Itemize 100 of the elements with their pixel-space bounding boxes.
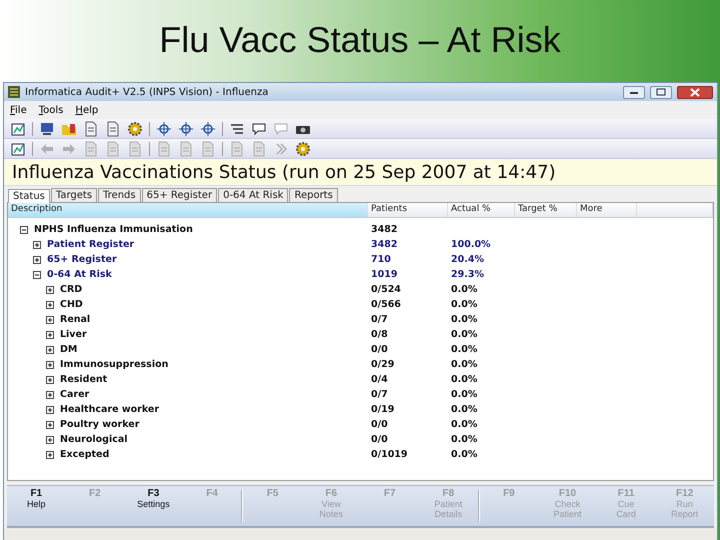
column-header[interactable]: Actual % — [448, 203, 515, 217]
tree-item-label[interactable]: NPHS Influenza Immunisation — [34, 224, 193, 235]
expand-icon[interactable] — [46, 450, 54, 458]
expand-icon[interactable] — [46, 436, 54, 444]
expand-icon[interactable] — [33, 256, 41, 264]
tree-item-label[interactable]: DM — [60, 344, 78, 355]
maximize-button[interactable] — [650, 86, 672, 98]
speech-bubble-icon[interactable] — [251, 120, 267, 136]
crosshair-icon[interactable] — [178, 120, 194, 136]
maximize-icon — [656, 88, 666, 96]
table-cell-text: 0.0% — [450, 434, 478, 445]
table-cell-text: 0/7 — [370, 389, 389, 400]
function-key-button[interactable]: F1 Help — [7, 486, 66, 526]
minimize-icon — [629, 89, 639, 95]
table-cell-text: 0/0 — [370, 344, 389, 355]
expand-icon[interactable] — [46, 300, 54, 308]
table-cell-text: 0/566 — [370, 299, 402, 310]
minimize-button[interactable] — [623, 86, 645, 98]
expand-icon[interactable] — [46, 286, 54, 294]
app-icon — [8, 86, 20, 98]
tab[interactable]: 65+ Register — [142, 188, 218, 202]
close-icon — [690, 88, 700, 96]
chart-icon[interactable] — [10, 140, 26, 156]
expand-icon[interactable] — [46, 360, 54, 368]
table-cell-text: 0/7 — [370, 314, 389, 325]
crosshair-icon[interactable] — [200, 120, 216, 136]
collapse-icon[interactable] — [20, 226, 28, 234]
table-cell-text: 0.0% — [450, 329, 478, 340]
column-header[interactable]: More — [577, 203, 637, 217]
tree-item-label[interactable]: Carer — [60, 389, 90, 400]
table-cell-text: 0/19 — [370, 404, 396, 415]
tree-item-label[interactable]: CHD — [60, 299, 83, 310]
table-cell-text: 3482 — [370, 239, 398, 250]
column-header[interactable]: Target % — [515, 203, 577, 217]
tree-item-label[interactable]: Renal — [60, 314, 90, 325]
collapse-icon[interactable] — [33, 270, 41, 278]
table-cell-text: 0/0 — [370, 434, 389, 445]
column-header[interactable]: Description — [8, 203, 368, 217]
tree-item-label[interactable]: Poultry worker — [60, 419, 140, 430]
chart-icon[interactable] — [10, 120, 26, 136]
gear-icon[interactable] — [127, 120, 143, 136]
tree-item-label[interactable]: Healthcare worker — [60, 404, 160, 415]
menu-item[interactable]: Tools — [38, 104, 64, 116]
menu-item[interactable]: Help — [75, 104, 98, 116]
tree-item-label[interactable]: 65+ Register — [47, 254, 117, 265]
close-button[interactable] — [677, 86, 713, 98]
tab[interactable]: Reports — [289, 188, 338, 202]
table-cell-text: 0.0% — [450, 404, 478, 415]
table-cell-text: 1019 — [370, 269, 398, 280]
table-cell-text: 0.0% — [450, 359, 478, 370]
slide-title: Flu Vacc Status – At Risk — [159, 19, 561, 61]
tree-item-label[interactable]: Resident — [60, 374, 108, 385]
tab[interactable]: Targets — [50, 188, 98, 202]
tab[interactable]: 0-64 At Risk — [218, 188, 288, 202]
expand-icon[interactable] — [46, 316, 54, 324]
table-cell-text: 0.0% — [450, 314, 478, 325]
monitor-icon[interactable] — [39, 120, 55, 136]
menu-item[interactable]: File — [10, 104, 27, 116]
expand-icon[interactable] — [46, 330, 54, 338]
table-cell-text: 100.0% — [450, 239, 492, 250]
gear-icon[interactable] — [295, 140, 311, 156]
tab[interactable]: Trends — [98, 188, 141, 202]
table-cell-text: 710 — [370, 254, 392, 265]
tree-item-label[interactable]: Immunosuppression — [60, 359, 168, 370]
table-cell-text: 20.4% — [450, 254, 485, 265]
tree-item-label[interactable]: CRD — [60, 284, 82, 295]
table-cell-text: 0.0% — [450, 389, 478, 400]
table-cell-text: 0/4 — [370, 374, 389, 385]
table-cell-text: 0.0% — [450, 419, 478, 430]
table-cell-text: 0/1019 — [370, 449, 409, 460]
table-cell-text: 0.0% — [450, 299, 478, 310]
tab[interactable]: Status — [8, 189, 50, 203]
expand-icon[interactable] — [46, 406, 54, 414]
table-cell-text: 0/524 — [370, 284, 402, 295]
expand-icon[interactable] — [46, 346, 54, 354]
function-key-button[interactable]: F3 Settings — [124, 486, 183, 526]
tree-item-label[interactable]: Neurological — [60, 434, 128, 445]
table-cell-text: 0.0% — [450, 374, 478, 385]
table-cell-text: 3482 — [370, 224, 398, 235]
crosshair-icon[interactable] — [156, 120, 172, 136]
report-heading: Influenza Vaccinations Status (run on 25 Sep 2007 at 14:47) — [12, 162, 556, 182]
table-cell-text: 29.3% — [450, 269, 485, 280]
table-cell-text: 0.0% — [450, 284, 478, 295]
expand-icon[interactable] — [46, 376, 54, 384]
document-icon[interactable] — [83, 120, 99, 136]
document-icon[interactable] — [105, 120, 121, 136]
table-cell-text: 0/0 — [370, 419, 389, 430]
tree-item-label[interactable]: 0-64 At Risk — [47, 269, 112, 280]
expand-icon[interactable] — [46, 390, 54, 398]
table-cell-text: 0/29 — [370, 359, 396, 370]
expand-icon[interactable] — [46, 420, 54, 428]
tree-item-label[interactable]: Patient Register — [47, 239, 134, 250]
column-header[interactable]: Patients — [368, 203, 448, 217]
expand-icon[interactable] — [33, 240, 41, 248]
table-cell-text: 0.0% — [450, 449, 478, 460]
tree-item-label[interactable]: Liver — [60, 329, 87, 340]
tree-item-label[interactable]: Excepted — [60, 449, 110, 460]
window-title: Informatica Audit+ V2.5 (INPS Vision) - Influenza — [25, 86, 270, 98]
table-cell-text: 0/8 — [370, 329, 389, 340]
table-cell-text: 0.0% — [450, 344, 478, 355]
